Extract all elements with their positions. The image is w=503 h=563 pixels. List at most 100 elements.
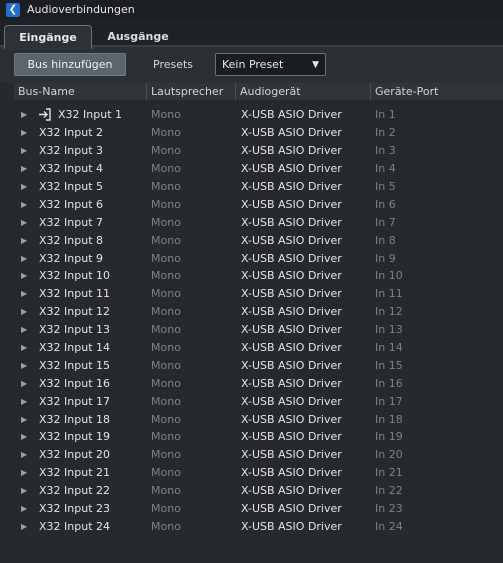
expand-arrow-icon[interactable]: ▶ [21, 450, 27, 459]
expand-arrow-icon[interactable]: ▶ [21, 415, 27, 424]
audio-device[interactable]: X-USB ASIO Driver [241, 108, 342, 121]
device-port[interactable]: In 17 [375, 395, 403, 408]
expand-arrow-icon[interactable]: ▶ [21, 486, 27, 495]
expand-arrow-icon[interactable]: ▶ [21, 379, 27, 388]
audio-device[interactable]: X-USB ASIO Driver [241, 520, 342, 533]
table-row[interactable]: ▶ X32 Input 23 Mono X-USB ASIO Driver In 23 [14, 500, 503, 518]
add-bus-button[interactable]: Bus hinzufügen [14, 53, 126, 76]
audio-device[interactable]: X-USB ASIO Driver [241, 144, 342, 157]
audio-device[interactable]: X-USB ASIO Driver [241, 359, 342, 372]
table-row[interactable]: ▶ X32 Input 13 Mono X-USB ASIO Driver In 13 [14, 321, 503, 339]
device-port[interactable]: In 4 [375, 162, 396, 175]
table-row[interactable]: ▶ X32 Input 21 Mono X-USB ASIO Driver In 21 [14, 464, 503, 482]
device-port[interactable]: In 19 [375, 430, 403, 443]
expand-arrow-icon[interactable]: ▶ [21, 200, 27, 209]
audio-device[interactable]: X-USB ASIO Driver [241, 305, 342, 318]
device-port[interactable]: In 3 [375, 144, 396, 157]
table-row[interactable]: ▶ X32 Input 2 Mono X-USB ASIO Driver In 2 [14, 124, 503, 142]
device-port[interactable]: In 15 [375, 359, 403, 372]
audio-device[interactable]: X-USB ASIO Driver [241, 162, 342, 175]
device-port[interactable]: In 1 [375, 108, 396, 121]
audio-device[interactable]: X-USB ASIO Driver [241, 341, 342, 354]
device-port[interactable]: In 21 [375, 466, 403, 479]
audio-device[interactable]: X-USB ASIO Driver [241, 395, 342, 408]
table-row[interactable]: ▶ X32 Input 16 Mono X-USB ASIO Driver In 16 [14, 374, 503, 392]
audio-device[interactable]: X-USB ASIO Driver [241, 323, 342, 336]
device-port[interactable]: In 5 [375, 180, 396, 193]
expand-arrow-icon[interactable]: ▶ [21, 164, 27, 173]
audio-device[interactable]: X-USB ASIO Driver [241, 502, 342, 515]
table-row[interactable]: ▶ X32 Input 12 Mono X-USB ASIO Driver In 12 [14, 303, 503, 321]
expand-arrow-icon[interactable]: ▶ [21, 397, 27, 406]
table-row[interactable]: ▶ X32 Input 18 Mono X-USB ASIO Driver In 18 [14, 410, 503, 428]
audio-device[interactable]: X-USB ASIO Driver [241, 180, 342, 193]
table-row[interactable]: ▶ X32 Input 15 Mono X-USB ASIO Driver In 15 [14, 356, 503, 374]
table-row[interactable]: ▶ X32 Input 24 Mono X-USB ASIO Driver In 24 [14, 517, 503, 535]
device-port[interactable]: In 11 [375, 287, 403, 300]
table-row[interactable]: ▶ X32 Input 8 Mono X-USB ASIO Driver In 8 [14, 231, 503, 249]
audio-device[interactable]: X-USB ASIO Driver [241, 413, 342, 426]
audio-device[interactable]: X-USB ASIO Driver [241, 126, 342, 139]
device-port[interactable]: In 14 [375, 341, 403, 354]
device-port[interactable]: In 2 [375, 126, 396, 139]
column-header-speaker[interactable]: Lautsprecher [147, 83, 236, 100]
expand-arrow-icon[interactable]: ▶ [21, 307, 27, 316]
expand-arrow-icon[interactable]: ▶ [21, 361, 27, 370]
expand-arrow-icon[interactable]: ▶ [21, 182, 27, 191]
table-row[interactable]: ▶ X32 Input 17 Mono X-USB ASIO Driver In 17 [14, 392, 503, 410]
expand-arrow-icon[interactable]: ▶ [21, 432, 27, 441]
device-port[interactable]: In 23 [375, 502, 403, 515]
expand-arrow-icon[interactable]: ▶ [21, 468, 27, 477]
column-header-device-port[interactable]: Geräte-Port [371, 83, 503, 100]
audio-device[interactable]: X-USB ASIO Driver [241, 216, 342, 229]
tab-inputs[interactable]: Eingänge [4, 25, 92, 49]
device-port[interactable]: In 22 [375, 484, 403, 497]
device-port[interactable]: In 16 [375, 377, 403, 390]
expand-arrow-icon[interactable]: ▶ [21, 236, 27, 245]
device-port[interactable]: In 8 [375, 234, 396, 247]
table-row[interactable]: ▶ X32 Input 3 Mono X-USB ASIO Driver In 3 [14, 142, 503, 160]
expand-arrow-icon[interactable]: ▶ [21, 504, 27, 513]
device-port[interactable]: In 20 [375, 448, 403, 461]
table-row[interactable]: ▶ X32 Input 11 Mono X-USB ASIO Driver In 11 [14, 285, 503, 303]
device-port[interactable]: In 18 [375, 413, 403, 426]
table-row[interactable]: ▶ X32 Input 6 Mono X-USB ASIO Driver In 6 [14, 195, 503, 213]
table-row[interactable]: ▶ X32 Input 9 Mono X-USB ASIO Driver In 9 [14, 249, 503, 267]
table-row[interactable]: ▶ X32 Input 5 Mono X-USB ASIO Driver In 5 [14, 178, 503, 196]
expand-arrow-icon[interactable]: ▶ [21, 343, 27, 352]
expand-arrow-icon[interactable]: ▶ [21, 271, 27, 280]
audio-device[interactable]: X-USB ASIO Driver [241, 269, 342, 282]
preset-dropdown[interactable]: Kein Preset ▼ [215, 53, 326, 76]
audio-device[interactable]: X-USB ASIO Driver [241, 198, 342, 211]
table-row[interactable]: ▶ X32 Input 7 Mono X-USB ASIO Driver In 7 [14, 213, 503, 231]
column-header-audio-device[interactable]: Audiogerät [236, 83, 371, 100]
audio-device[interactable]: X-USB ASIO Driver [241, 430, 342, 443]
device-port[interactable]: In 7 [375, 216, 396, 229]
audio-device[interactable]: X-USB ASIO Driver [241, 484, 342, 497]
audio-device[interactable]: X-USB ASIO Driver [241, 377, 342, 390]
audio-device[interactable]: X-USB ASIO Driver [241, 234, 342, 247]
table-row[interactable]: ▶ X32 Input 10 Mono X-USB ASIO Driver In 10 [14, 267, 503, 285]
column-header-bus-name[interactable]: Bus-Name [14, 83, 147, 100]
expand-arrow-icon[interactable]: ▶ [21, 110, 27, 119]
device-port[interactable]: In 9 [375, 252, 396, 265]
expand-arrow-icon[interactable]: ▶ [21, 146, 27, 155]
expand-arrow-icon[interactable]: ▶ [21, 522, 27, 531]
device-port[interactable]: In 10 [375, 269, 403, 282]
table-row[interactable]: ▶ X32 Input 4 Mono X-USB ASIO Driver In 4 [14, 160, 503, 178]
table-row[interactable]: ▶ X32 Input 19 Mono X-USB ASIO Driver In 19 [14, 428, 503, 446]
table-row[interactable]: ▶ X32 Input 14 Mono X-USB ASIO Driver In 14 [14, 339, 503, 357]
expand-arrow-icon[interactable]: ▶ [21, 254, 27, 263]
device-port[interactable]: In 6 [375, 198, 396, 211]
device-port[interactable]: In 12 [375, 305, 403, 318]
tab-outputs[interactable]: Ausgänge [93, 26, 183, 47]
audio-device[interactable]: X-USB ASIO Driver [241, 287, 342, 300]
audio-device[interactable]: X-USB ASIO Driver [241, 448, 342, 461]
audio-device[interactable]: X-USB ASIO Driver [241, 252, 342, 265]
device-port[interactable]: In 24 [375, 520, 403, 533]
expand-arrow-icon[interactable]: ▶ [21, 128, 27, 137]
table-row[interactable]: ▶ X32 Input 22 Mono X-USB ASIO Driver In 22 [14, 482, 503, 500]
device-port[interactable]: In 13 [375, 323, 403, 336]
expand-arrow-icon[interactable]: ▶ [21, 289, 27, 298]
expand-arrow-icon[interactable]: ▶ [21, 325, 27, 334]
